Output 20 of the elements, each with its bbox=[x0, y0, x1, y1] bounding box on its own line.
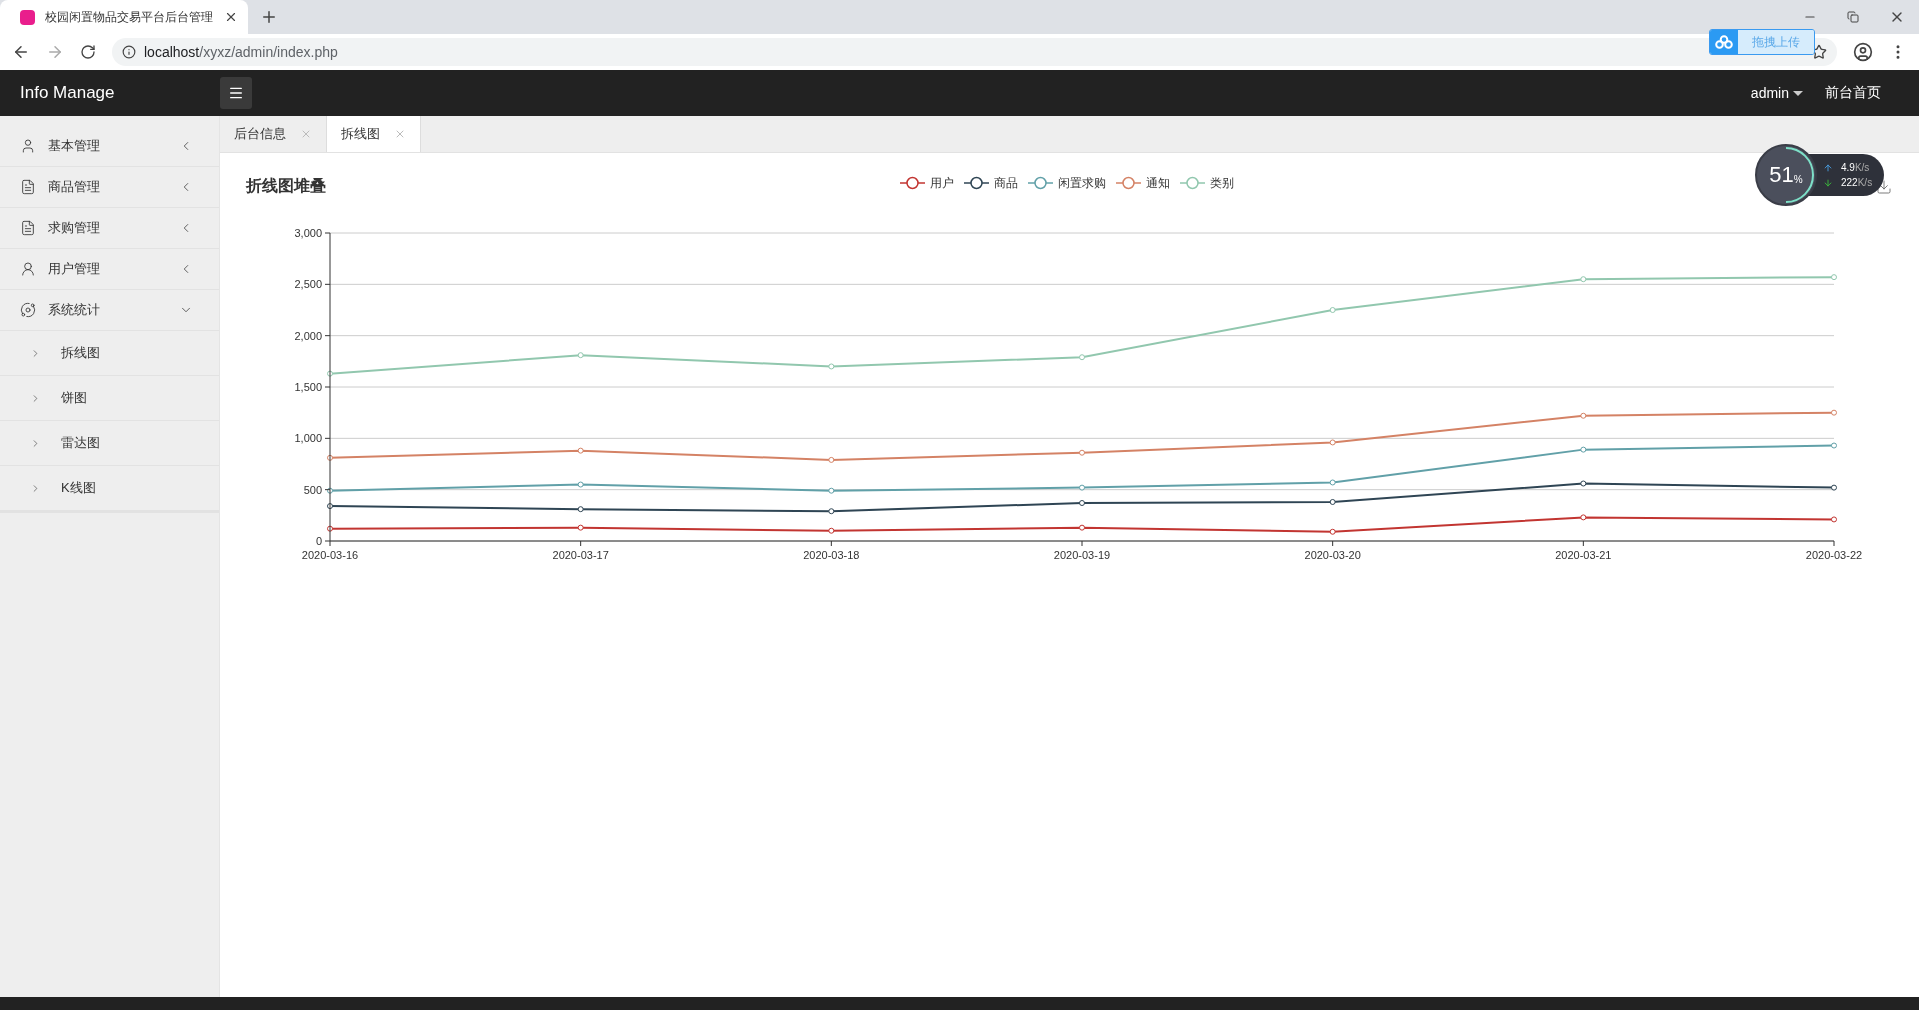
axis-label: 500 bbox=[303, 483, 322, 496]
axis-label: 2,000 bbox=[294, 329, 322, 342]
chart-title: 折线图堆叠 bbox=[246, 177, 326, 194]
download-speed: 222K/s bbox=[1841, 177, 1873, 188]
axis-label: 2020-03-19 bbox=[1053, 549, 1111, 561]
axis-label: 2020-03-22 bbox=[1805, 549, 1863, 561]
axis-label: 2020-03-20 bbox=[1304, 549, 1361, 561]
axis-label: 2020-03-18 bbox=[803, 549, 860, 561]
axis-label: 2,500 bbox=[294, 278, 322, 291]
axis-label: 3,000 bbox=[294, 227, 322, 239]
brand-title: Info Manage bbox=[19, 83, 116, 103]
axis-label: 2020-03-16 bbox=[301, 549, 359, 561]
axis-label: 1,000 bbox=[294, 432, 322, 445]
tab-title: 校园闲置物品交易平台后台管理 bbox=[45, 8, 214, 26]
axis-label: 2020-03-21 bbox=[1555, 549, 1612, 561]
axis-label: 0 bbox=[315, 535, 322, 547]
net-meter-dial: 51% bbox=[1755, 144, 1817, 206]
upload-speed: 4.9K/s bbox=[1841, 162, 1870, 173]
axis-label: 1,500 bbox=[294, 381, 322, 393]
axis-label: 2020-03-17 bbox=[552, 549, 609, 561]
